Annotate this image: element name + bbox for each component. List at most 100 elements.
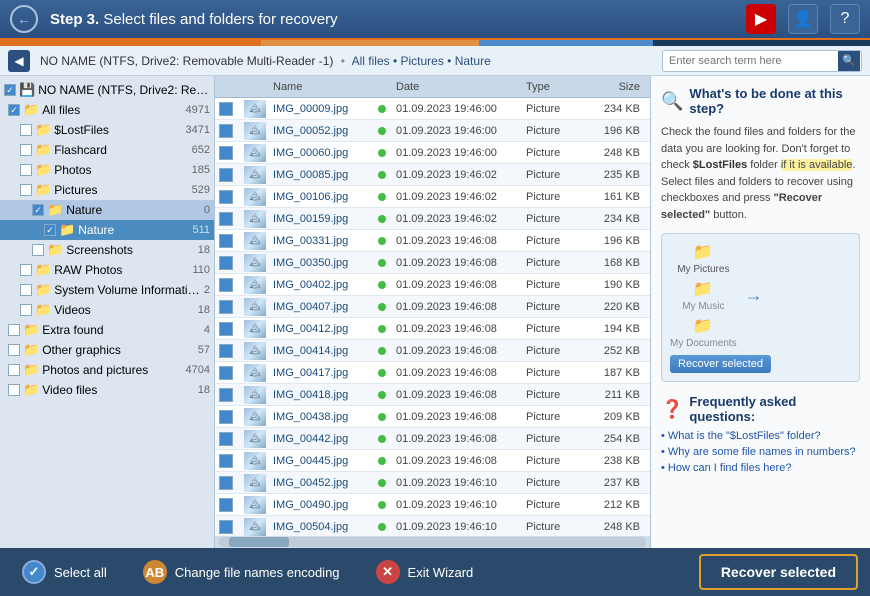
file-row[interactable]: ✓ 🏔 IMG_00452.jpg 01.09.2023 19:46:10 Pi… — [215, 472, 650, 494]
file-checkbox[interactable]: ✓ — [219, 344, 241, 358]
file-checkbox[interactable]: ✓ — [219, 366, 241, 380]
tree-item-othergraphics[interactable]: 📁Other graphics 57 — [0, 340, 214, 360]
file-row[interactable]: ✓ 🏔 IMG_00442.jpg 01.09.2023 19:46:08 Pi… — [215, 428, 650, 450]
encoding-button[interactable]: AB Change file names encoding — [133, 554, 350, 590]
tree-item-allfiles[interactable]: ✓📁All files 4971 — [0, 100, 214, 120]
tree-item-videofiles[interactable]: 📁Video files 18 — [0, 380, 214, 400]
file-checkbox[interactable]: ✓ — [219, 168, 241, 182]
file-list[interactable]: ✓ 🏔 IMG_00009.jpg 01.09.2023 19:46:00 Pi… — [215, 98, 650, 536]
file-checkbox[interactable]: ✓ — [219, 190, 241, 204]
recover-selected-button[interactable]: Recover selected — [699, 554, 858, 590]
select-all-button[interactable]: ✓ Select all — [12, 554, 117, 590]
file-row[interactable]: ✓ 🏔 IMG_00009.jpg 01.09.2023 19:46:00 Pi… — [215, 98, 650, 120]
tree-count-photos: 185 — [192, 164, 210, 176]
file-date: 01.09.2023 19:46:10 — [396, 499, 526, 511]
file-checkbox[interactable]: ✓ — [219, 498, 241, 512]
file-checkbox[interactable]: ✓ — [219, 520, 241, 534]
help-button[interactable]: ? — [830, 4, 860, 34]
search-input[interactable] — [663, 51, 838, 71]
file-checkbox[interactable]: ✓ — [219, 124, 241, 138]
faq-item[interactable]: How can I find files here? — [661, 462, 860, 474]
tree-item-screenshots[interactable]: 📁Screenshots 18 — [0, 240, 214, 260]
tree-checkbox-flashcard[interactable] — [20, 144, 32, 156]
file-row[interactable]: ✓ 🏔 IMG_00504.jpg 01.09.2023 19:46:10 Pi… — [215, 516, 650, 536]
tree-checkbox-photosandpictures[interactable] — [8, 364, 20, 376]
tree-checkbox-nature[interactable]: ✓ — [32, 204, 44, 216]
tree-checkbox-screenshots[interactable] — [32, 244, 44, 256]
file-date: 01.09.2023 19:46:08 — [396, 455, 526, 467]
file-checkbox[interactable]: ✓ — [219, 454, 241, 468]
tree-item-sysvolinfo[interactable]: 📁System Volume Information 2 — [0, 280, 214, 300]
tree-item-photos[interactable]: 📁Photos 185 — [0, 160, 214, 180]
file-size: 220 KB — [586, 301, 646, 313]
file-row[interactable]: ✓ 🏔 IMG_00445.jpg 01.09.2023 19:46:08 Pi… — [215, 450, 650, 472]
tree-checkbox-videos[interactable] — [20, 304, 32, 316]
faq-item[interactable]: What is the "$LostFiles" folder? — [661, 430, 860, 442]
file-row[interactable]: ✓ 🏔 IMG_00052.jpg 01.09.2023 19:46:00 Pi… — [215, 120, 650, 142]
file-checkbox[interactable]: ✓ — [219, 410, 241, 424]
file-row[interactable]: ✓ 🏔 IMG_00402.jpg 01.09.2023 19:46:08 Pi… — [215, 274, 650, 296]
tree-item-nature[interactable]: ✓📁Nature 0 — [0, 200, 214, 220]
file-row[interactable]: ✓ 🏔 IMG_00407.jpg 01.09.2023 19:46:08 Pi… — [215, 296, 650, 318]
tree-checkbox-nature2[interactable]: ✓ — [44, 224, 56, 236]
youtube-button[interactable]: ▶ — [746, 4, 776, 34]
file-checkbox[interactable]: ✓ — [219, 256, 241, 270]
file-checkbox[interactable]: ✓ — [219, 278, 241, 292]
tree-checkbox-lostfiles[interactable] — [20, 124, 32, 136]
file-row[interactable]: ✓ 🏔 IMG_00417.jpg 01.09.2023 19:46:08 Pi… — [215, 362, 650, 384]
exit-button[interactable]: ✕ Exit Wizard — [366, 554, 484, 590]
file-checkbox[interactable]: ✓ — [219, 322, 241, 336]
faq-heading: Frequently asked questions: — [689, 394, 860, 424]
search-button[interactable]: 🔍 — [838, 51, 860, 71]
tree-label-flashcard: Flashcard — [54, 143, 188, 157]
file-checkbox[interactable]: ✓ — [219, 234, 241, 248]
file-checkbox[interactable]: ✓ — [219, 300, 241, 314]
horizontal-scrollbar[interactable] — [215, 536, 650, 548]
tree-item-lostfiles[interactable]: 📁$LostFiles 3471 — [0, 120, 214, 140]
file-row[interactable]: ✓ 🏔 IMG_00106.jpg 01.09.2023 19:46:02 Pi… — [215, 186, 650, 208]
faq-item[interactable]: Why are some file names in numbers? — [661, 446, 860, 458]
file-checkbox[interactable]: ✓ — [219, 212, 241, 226]
file-row[interactable]: ✓ 🏔 IMG_00060.jpg 01.09.2023 19:46:00 Pi… — [215, 142, 650, 164]
file-type: Picture — [526, 389, 586, 401]
tree-checkbox-extrafound[interactable] — [8, 324, 20, 336]
tree-item-nature2[interactable]: ✓📁Nature 511 — [0, 220, 214, 240]
tree-checkbox-sysvolinfo[interactable] — [20, 284, 32, 296]
tree-checkbox-rawphotos[interactable] — [20, 264, 32, 276]
tree-checkbox-othergraphics[interactable] — [8, 344, 20, 356]
user-button[interactable]: 👤 — [788, 4, 818, 34]
tree-checkbox-photos[interactable] — [20, 164, 32, 176]
tree-checkbox-videofiles[interactable] — [8, 384, 20, 396]
tree-item-pictures[interactable]: 📁Pictures 529 — [0, 180, 214, 200]
tree-item-rawphotos[interactable]: 📁RAW Photos 110 — [0, 260, 214, 280]
tree-item-extrafound[interactable]: 📁Extra found 4 — [0, 320, 214, 340]
tree-item-videos[interactable]: 📁Videos 18 — [0, 300, 214, 320]
file-checkbox[interactable]: ✓ — [219, 146, 241, 160]
file-checkbox[interactable]: ✓ — [219, 388, 241, 402]
file-size: 234 KB — [586, 213, 646, 225]
file-row[interactable]: ✓ 🏔 IMG_00412.jpg 01.09.2023 19:46:08 Pi… — [215, 318, 650, 340]
tree-item-flashcard[interactable]: 📁Flashcard 652 — [0, 140, 214, 160]
file-row[interactable]: ✓ 🏔 IMG_00418.jpg 01.09.2023 19:46:08 Pi… — [215, 384, 650, 406]
nav-back-button[interactable]: ◀ — [8, 50, 30, 72]
file-checkbox[interactable]: ✓ — [219, 476, 241, 490]
tree-item-photosandpictures[interactable]: 📁Photos and pictures 4704 — [0, 360, 214, 380]
file-date: 01.09.2023 19:46:08 — [396, 433, 526, 445]
tree-label-allfiles: All files — [42, 103, 182, 117]
back-button[interactable]: ← — [10, 5, 38, 33]
file-row[interactable]: ✓ 🏔 IMG_00350.jpg 01.09.2023 19:46:08 Pi… — [215, 252, 650, 274]
file-row[interactable]: ✓ 🏔 IMG_00085.jpg 01.09.2023 19:46:02 Pi… — [215, 164, 650, 186]
recover-mini-button[interactable]: Recover selected — [670, 355, 771, 373]
tree-item-root[interactable]: ✓💾NO NAME (NTFS, Drive2: Remo — [0, 80, 214, 100]
search-box[interactable]: 🔍 — [662, 50, 862, 72]
file-row[interactable]: ✓ 🏔 IMG_00438.jpg 01.09.2023 19:46:08 Pi… — [215, 406, 650, 428]
file-checkbox[interactable]: ✓ — [219, 432, 241, 446]
file-row[interactable]: ✓ 🏔 IMG_00159.jpg 01.09.2023 19:46:02 Pi… — [215, 208, 650, 230]
file-checkbox[interactable]: ✓ — [219, 102, 241, 116]
file-row[interactable]: ✓ 🏔 IMG_00414.jpg 01.09.2023 19:46:08 Pi… — [215, 340, 650, 362]
tree-checkbox-root[interactable]: ✓ — [4, 84, 16, 96]
file-row[interactable]: ✓ 🏔 IMG_00490.jpg 01.09.2023 19:46:10 Pi… — [215, 494, 650, 516]
file-row[interactable]: ✓ 🏔 IMG_00331.jpg 01.09.2023 19:46:08 Pi… — [215, 230, 650, 252]
tree-checkbox-pictures[interactable] — [20, 184, 32, 196]
tree-checkbox-allfiles[interactable]: ✓ — [8, 104, 20, 116]
